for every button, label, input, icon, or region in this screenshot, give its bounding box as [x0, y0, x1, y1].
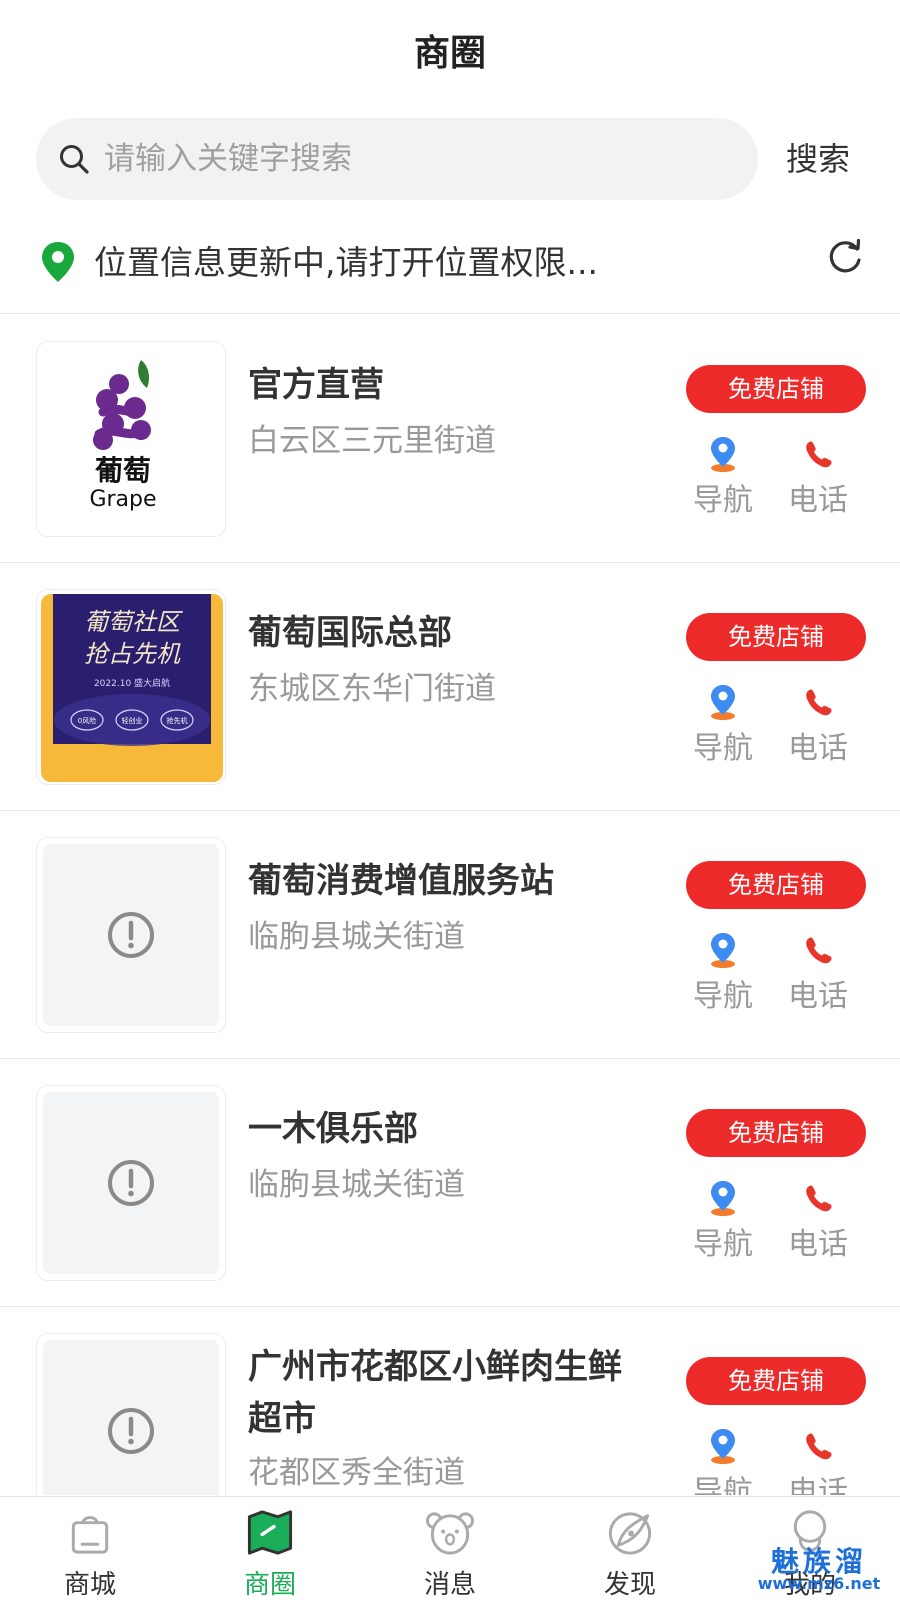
call-button[interactable]: 电话 — [778, 1179, 858, 1263]
grape-logo: 葡萄 Grape — [89, 360, 157, 512]
phone-icon — [806, 689, 832, 716]
poster-pill-3: 抢先机 — [167, 716, 188, 725]
compass-leaf-icon — [608, 1512, 652, 1555]
watermark-text: 魅族溜 — [770, 1545, 867, 1578]
poster-line1: 葡萄社区 — [84, 608, 183, 636]
navigation-pin-icon — [711, 1429, 735, 1464]
store-address: 白云区三元里街道 — [248, 423, 496, 459]
search-box[interactable] — [36, 118, 758, 200]
store-item[interactable]: 葡萄社区 抢占先机 2022.10 盛大启航 0风险 轻创业 抢先机 葡萄国际总… — [0, 563, 900, 811]
grape-logo-text-en: Grape — [89, 487, 156, 512]
navigate-label: 导航 — [693, 979, 753, 1014]
alert-icon — [108, 1160, 154, 1206]
poster-pill-1: 0风险 — [78, 716, 96, 725]
image-placeholder — [43, 844, 219, 1026]
store-thumbnail: 葡萄 Grape — [36, 341, 226, 537]
header: 商圈 — [0, 0, 900, 100]
poster-pill-2: 轻创业 — [122, 716, 143, 725]
search-row: 搜索 — [0, 118, 900, 200]
store-name: 葡萄消费增值服务站 — [248, 861, 554, 901]
free-store-badge[interactable]: 免费店铺 — [686, 1357, 866, 1405]
tab-label: 消息 — [423, 1570, 476, 1600]
map-icon — [247, 1510, 293, 1555]
search-icon — [60, 145, 89, 174]
store-item[interactable]: 一木俱乐部 临朐县城关街道 免费店铺 导航 电话 — [0, 1059, 900, 1307]
call-button[interactable]: 电话 — [778, 931, 858, 1015]
tab-mall[interactable]: 商城 — [0, 1497, 180, 1600]
call-label: 电话 — [788, 483, 848, 518]
community-poster-image: 葡萄社区 抢占先机 2022.10 盛大启航 0风险 轻创业 抢先机 — [41, 594, 223, 782]
call-button[interactable]: 电话 — [778, 435, 858, 519]
navigate-button[interactable]: 导航 — [683, 683, 763, 767]
store-item[interactable]: 广州市花都区小鲜肉生鲜超市 花都区秀全街道 免费店铺 导航 电话 — [0, 1307, 900, 1495]
navigate-button[interactable]: 导航 — [683, 931, 763, 1015]
free-store-badge[interactable]: 免费店铺 — [686, 365, 866, 413]
poster-line2: 抢占先机 — [84, 640, 181, 668]
refresh-icon[interactable] — [826, 238, 864, 276]
store-name: 一木俱乐部 — [248, 1109, 418, 1149]
shopping-bag-icon — [71, 1516, 109, 1554]
store-item[interactable]: 葡萄消费增值服务站 临朐县城关街道 免费店铺 导航 电话 — [0, 811, 900, 1059]
store-item[interactable]: 葡萄 Grape 官方直营 白云区三元里街道 免费店铺 导航 电话 — [0, 315, 900, 563]
page-title: 商圈 — [413, 33, 486, 74]
alert-icon — [108, 912, 154, 958]
tab-business-circle[interactable]: 商圈 — [180, 1497, 360, 1600]
tab-label: 商城 — [63, 1570, 116, 1600]
call-label: 电话 — [788, 1227, 848, 1262]
tab-label: 商圈 — [243, 1570, 296, 1600]
store-thumbnail — [36, 837, 226, 1033]
call-button[interactable]: 电话 — [778, 683, 858, 767]
navigate-button[interactable]: 导航 — [683, 1179, 763, 1263]
free-store-badge[interactable]: 免费店铺 — [686, 861, 866, 909]
grape-logo-text-cn: 葡萄 — [95, 454, 151, 487]
tab-discover[interactable]: 发现 — [540, 1497, 720, 1600]
tab-label: 发现 — [603, 1570, 656, 1600]
store-address: 临朐县城关街道 — [248, 1167, 465, 1203]
call-label: 电话 — [788, 979, 848, 1014]
phone-icon — [806, 1433, 832, 1460]
search-input[interactable] — [104, 141, 704, 177]
navigation-pin-icon — [711, 933, 735, 968]
image-placeholder — [43, 1092, 219, 1274]
phone-icon — [806, 441, 832, 468]
phone-icon — [806, 937, 832, 964]
navigate-label: 导航 — [693, 483, 753, 518]
navigation-pin-icon — [711, 1181, 735, 1216]
alert-icon — [108, 1408, 154, 1454]
navigate-button[interactable]: 导航 — [683, 435, 763, 519]
navigate-label: 导航 — [693, 731, 753, 766]
poster-line3: 2022.10 盛大启航 — [94, 677, 170, 689]
search-button[interactable]: 搜索 — [786, 118, 850, 200]
store-thumbnail: 葡萄社区 抢占先机 2022.10 盛大启航 0风险 轻创业 抢先机 — [36, 589, 226, 785]
koala-icon — [425, 1512, 475, 1555]
free-store-badge[interactable]: 免费店铺 — [686, 613, 866, 661]
store-name: 官方直营 — [248, 365, 384, 405]
navigation-pin-icon — [711, 685, 735, 720]
store-name: 葡萄国际总部 — [248, 613, 452, 653]
navigate-button[interactable]: 导航 — [683, 1427, 763, 1495]
navigate-label: 导航 — [693, 1475, 753, 1495]
store-thumbnail — [36, 1085, 226, 1281]
phone-icon — [806, 1185, 832, 1212]
free-store-badge[interactable]: 免费店铺 — [686, 1109, 866, 1157]
store-address: 花都区秀全街道 — [248, 1455, 465, 1491]
tab-messages[interactable]: 消息 — [360, 1497, 540, 1600]
image-placeholder — [43, 1340, 219, 1495]
location-pin-icon — [42, 242, 74, 282]
location-bar: 位置信息更新中,请打开位置权限... — [0, 222, 900, 314]
watermark-url: www.mz6.net — [757, 1574, 881, 1593]
call-label: 电话 — [788, 1475, 848, 1495]
store-address: 临朐县城关街道 — [248, 919, 465, 955]
call-label: 电话 — [788, 731, 848, 766]
store-list: 葡萄 Grape 官方直营 白云区三元里街道 免费店铺 导航 电话 葡萄社区 抢… — [0, 315, 900, 1495]
store-name: 广州市花都区小鲜肉生鲜超市 — [248, 1347, 622, 1439]
navigate-label: 导航 — [693, 1227, 753, 1262]
location-status-text: 位置信息更新中,请打开位置权限... — [94, 243, 598, 282]
store-address: 东城区东华门街道 — [248, 671, 496, 707]
site-watermark: 魅族溜 www.mz6.net — [744, 1548, 894, 1592]
navigation-pin-icon — [711, 437, 735, 472]
store-thumbnail — [36, 1333, 226, 1495]
call-button[interactable]: 电话 — [778, 1427, 858, 1495]
